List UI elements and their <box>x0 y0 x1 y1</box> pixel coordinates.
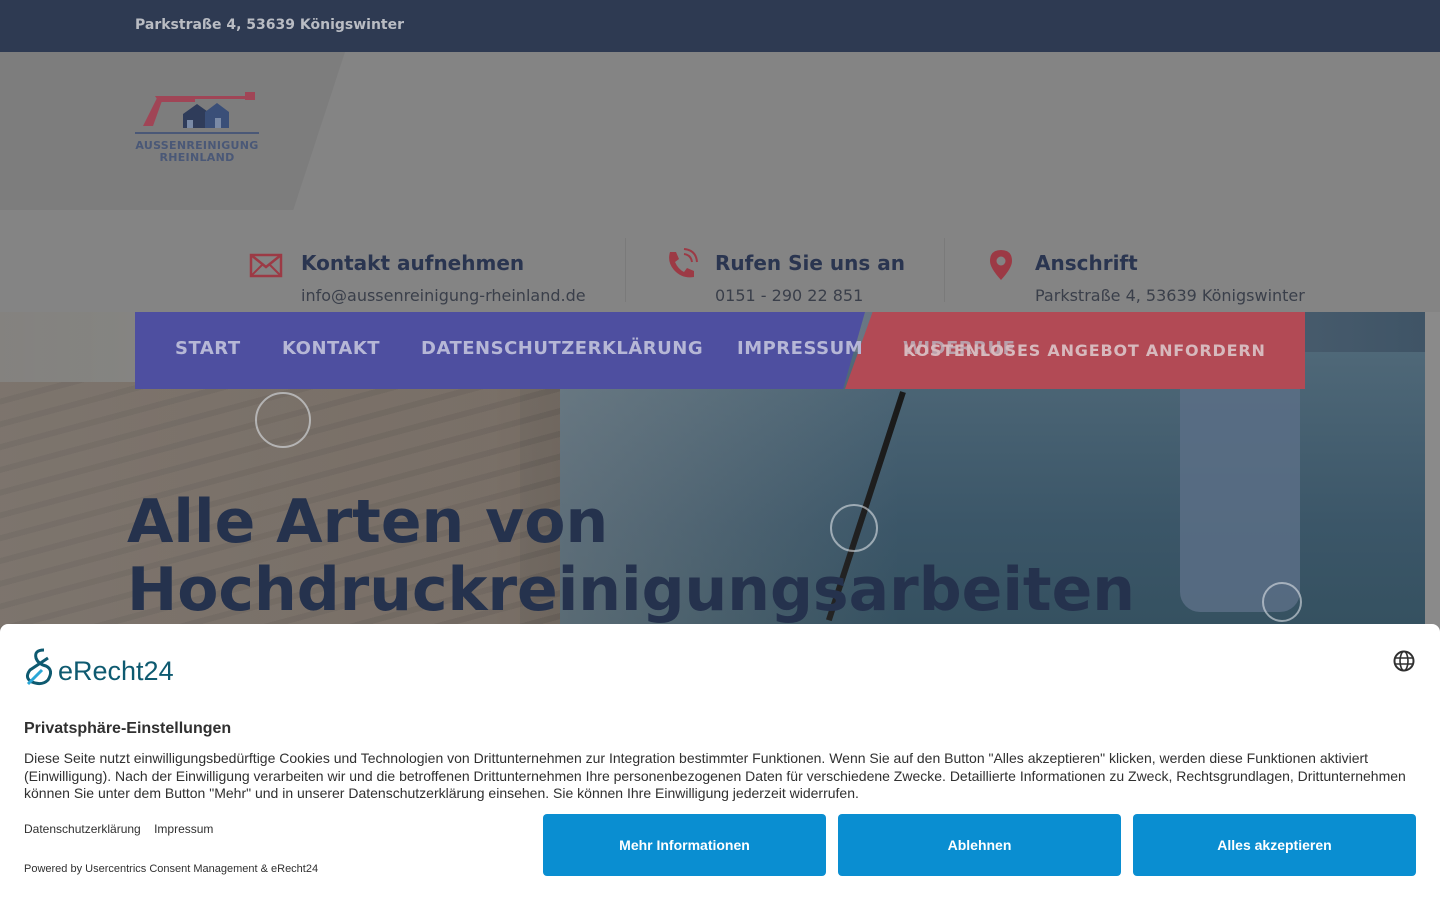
decline-button[interactable]: Ablehnen <box>838 814 1121 876</box>
contact-email[interactable]: Kontakt aufnehmen info@aussenreinigung-r… <box>249 248 609 318</box>
nav-item-start[interactable]: START <box>175 338 241 359</box>
divider <box>625 238 626 302</box>
consent-links: Datenschutzerklärung Impressum <box>24 822 223 836</box>
phone-icon <box>669 248 698 278</box>
site-logo[interactable]: AUSSENREINIGUNG RHEINLAND <box>135 88 259 178</box>
main-navigation: START KONTAKT DATENSCHUTZERKLÄRUNG IMPRE… <box>135 312 1305 389</box>
bubble-decoration <box>255 392 311 448</box>
site-header: AUSSENREINIGUNG RHEINLAND Kontakt aufneh… <box>0 52 1440 312</box>
contact-email-title: Kontakt aufnehmen <box>301 251 525 275</box>
nav-item-kontakt[interactable]: KONTAKT <box>282 338 380 359</box>
consent-heading: Privatsphäre-Einstellungen <box>24 720 232 737</box>
nav-item-datenschutz[interactable]: DATENSCHUTZERKLÄRUNG <box>421 338 703 359</box>
contact-email-value[interactable]: info@aussenreinigung-rheinland.de <box>301 286 586 305</box>
privacy-policy-link[interactable]: Datenschutzerklärung <box>24 822 141 836</box>
contact-phone-title: Rufen Sie uns an <box>715 251 905 275</box>
pressure-washer-logo-icon <box>135 92 259 134</box>
hero-title-line1: Alle Arten von <box>127 487 609 557</box>
mail-icon <box>249 253 283 278</box>
contact-address-value: Parkstraße 4, 53639 Königswinter <box>1035 286 1305 305</box>
language-globe-icon[interactable] <box>1393 650 1415 672</box>
brand-logo: eRecht24 <box>24 648 189 688</box>
contact-address[interactable]: Anschrift Parkstraße 4, 53639 Königswint… <box>984 248 1324 318</box>
nav-item-impressum[interactable]: IMPRESSUM <box>737 338 863 359</box>
contact-phone[interactable]: Rufen Sie uns an 0151 - 290 22 851 <box>664 248 934 318</box>
erecht24-logo-icon <box>25 648 53 686</box>
more-information-button[interactable]: Mehr Informationen <box>543 814 826 876</box>
divider <box>944 238 945 302</box>
contact-phone-value[interactable]: 0151 - 290 22 851 <box>715 286 863 305</box>
hero-title-line2: Hochdruckreinigungsarbeiten <box>127 555 1135 625</box>
contact-address-title: Anschrift <box>1035 251 1138 275</box>
accept-all-button[interactable]: Alles akzeptieren <box>1133 814 1416 876</box>
bubble-decoration <box>1262 582 1302 622</box>
topbar-address: Parkstraße 4, 53639 Königswinter <box>135 17 405 33</box>
hero-title: Alle Arten von Hochdruckreinigungsarbeit… <box>127 488 1135 624</box>
cookie-consent-banner: eRecht24 Privatsphäre-Einstellungen Dies… <box>0 624 1440 900</box>
consent-description: Diese Seite nutzt einwilligungsbedürftig… <box>24 750 1406 801</box>
logo-text-line2: RHEINLAND <box>159 151 235 164</box>
powered-by-text: Powered by Usercentrics Consent Manageme… <box>24 863 319 875</box>
imprint-link[interactable]: Impressum <box>154 822 213 836</box>
top-bar: Parkstraße 4, 53639 Königswinter <box>0 0 1440 52</box>
location-pin-icon <box>990 250 1012 280</box>
brand-name: eRecht24 <box>58 656 174 686</box>
cta-button[interactable]: KOSTENLOSES ANGEBOT ANFORDERN <box>903 341 1266 360</box>
